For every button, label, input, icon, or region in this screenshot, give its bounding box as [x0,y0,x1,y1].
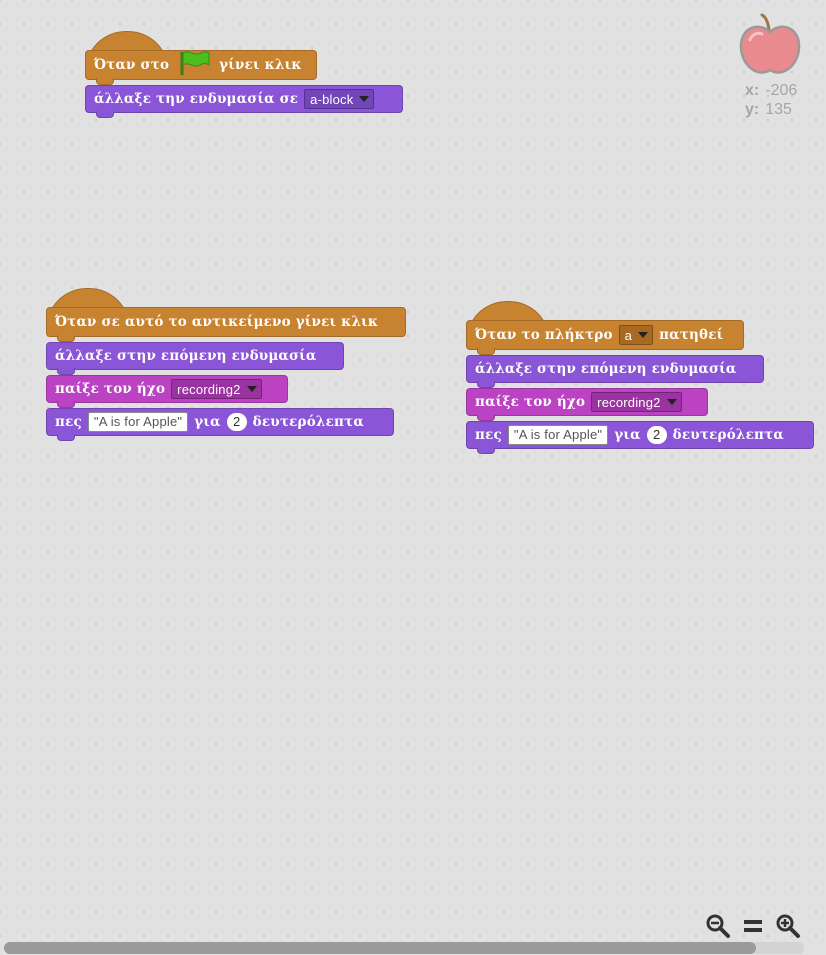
sound-dropdown[interactable]: recording2 [591,392,682,412]
seconds-input[interactable]: 2 [646,426,667,444]
y-value: 135 [765,101,792,118]
block-label: άλλαξε στην επόμενη ενδυμασία [55,348,317,364]
next-costume-block[interactable]: άλλαξε στην επόμενη ενδυμασία [46,342,344,375]
block-label: Όταν στο [94,57,170,73]
script-when-flag-clicked[interactable]: Όταν στο γίνει κλικ άλλαξε την ενδυμασία… [85,31,403,118]
zoom-reset-icon[interactable] [738,912,768,940]
sprite-y-readout: y: 135 [745,101,792,119]
block-label: άλλαξε την ενδυμασία σε [94,91,299,107]
key-dropdown[interactable]: a [618,325,654,345]
zoom-out-icon[interactable] [703,912,733,940]
apple-sprite-icon [738,12,802,82]
dropdown-arrow-icon [638,332,649,338]
costume-dropdown[interactable]: a-block [304,89,375,109]
block-label: γίνει κλικ [219,57,302,73]
play-sound-block[interactable]: παίξε τον ήχο recording2 [46,375,288,408]
say-for-secs-block[interactable]: πες "A is for Apple" για 2 δευτερόλεπτα [46,408,394,441]
block-label: δευτερόλεπτα [252,414,364,430]
x-label: x: [745,82,760,99]
next-costume-block[interactable]: άλλαξε στην επόμενη ενδυμασία [466,355,764,388]
switch-costume-block[interactable]: άλλαξε την ενδυμασία σε a-block [85,85,403,118]
scrollbar-thumb[interactable] [4,942,756,954]
block-label: άλλαξε στην επόμενη ενδυμασία [475,361,737,377]
y-label: y: [745,101,760,118]
zoom-in-icon[interactable] [773,912,803,940]
block-label: πες [55,414,82,430]
dropdown-arrow-icon [359,96,370,102]
block-label: παίξε τον ήχο [475,394,586,410]
block-label: για [194,414,221,430]
say-for-secs-block[interactable]: πες "A is for Apple" για 2 δευτερόλεπτα [466,421,814,454]
say-text-input[interactable]: "A is for Apple" [507,425,609,445]
when-flag-clicked-hat-block[interactable]: Όταν στο γίνει κλικ [85,31,317,85]
block-label: πατηθεί [659,327,724,343]
when-sprite-clicked-hat-block[interactable]: Όταν σε αυτό το αντικείμενο γίνει κλικ [46,288,406,342]
block-label: παίξε τον ήχο [55,381,166,397]
script-when-sprite-clicked[interactable]: Όταν σε αυτό το αντικείμενο γίνει κλικ ά… [46,288,406,441]
green-flag-icon [179,50,211,80]
block-label: πες [475,427,502,443]
seconds-input[interactable]: 2 [226,413,247,431]
dropdown-arrow-icon [666,399,677,405]
block-label: για [614,427,641,443]
play-sound-block[interactable]: παίξε τον ήχο recording2 [466,388,708,421]
block-label: δευτερόλεπτα [672,427,784,443]
script-when-key-pressed[interactable]: Όταν το πλήκτρο a πατηθεί άλλαξε στην επ… [466,301,814,454]
say-text-input[interactable]: "A is for Apple" [87,412,189,432]
x-value: -206 [765,82,798,99]
block-label: Όταν το πλήκτρο [475,327,613,343]
when-key-pressed-hat-block[interactable]: Όταν το πλήκτρο a πατηθεί [466,301,744,355]
block-label: Όταν σε αυτό το αντικείμενο γίνει κλικ [55,314,379,330]
sprite-x-readout: x: -206 [745,82,797,100]
dropdown-arrow-icon [246,386,257,392]
sound-dropdown[interactable]: recording2 [171,379,262,399]
horizontal-scrollbar[interactable] [4,942,804,954]
